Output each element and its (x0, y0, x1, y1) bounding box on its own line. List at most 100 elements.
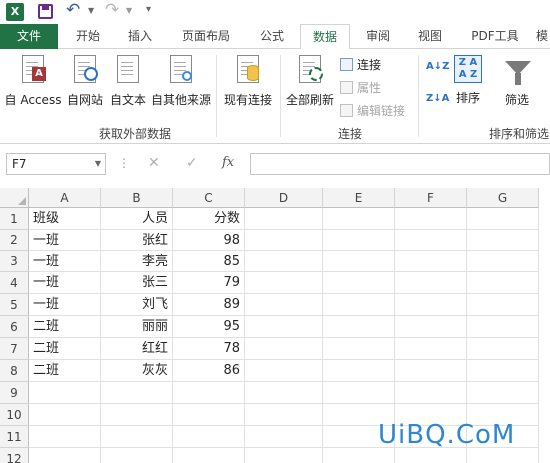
row-header-12[interactable]: 12 (0, 448, 29, 463)
from-other-sources-button[interactable]: 自其他来源 (149, 55, 213, 108)
cell-b5[interactable]: 刘飞 (101, 294, 173, 316)
sort-button[interactable]: Z A A Z 排序 (448, 55, 488, 106)
tab-formulas[interactable]: 公式 (248, 24, 296, 49)
row-header-9[interactable]: 9 (0, 382, 29, 404)
resize-handle-icon[interactable]: ⋮ (118, 156, 130, 170)
row-header-11[interactable]: 11 (0, 426, 29, 448)
undo-dropdown-icon[interactable]: ▼ (88, 6, 94, 15)
cell-a9[interactable] (29, 382, 101, 404)
cell-g12[interactable] (467, 448, 539, 463)
cell-b9[interactable] (101, 382, 173, 404)
sort-za-button[interactable]: Z↓A (426, 93, 449, 104)
column-header-b[interactable]: B (101, 188, 173, 208)
cell-c2[interactable]: 98 (173, 230, 245, 251)
column-header-d[interactable]: D (245, 188, 323, 208)
cell-c4[interactable]: 79 (173, 272, 245, 294)
column-header-e[interactable]: E (323, 188, 395, 208)
cell-b2[interactable]: 张红 (101, 230, 173, 251)
cell-a10[interactable] (29, 404, 101, 426)
customize-qat-icon[interactable]: ▾ (146, 4, 151, 15)
cell-a8[interactable]: 二班 (29, 360, 101, 382)
tab-home[interactable]: 开始 (64, 24, 112, 49)
filter-button[interactable]: 筛选 (498, 55, 536, 108)
column-header-a[interactable]: A (29, 188, 101, 208)
from-access-button[interactable]: A 自 Access (4, 55, 62, 108)
enter-icon[interactable]: ✓ (186, 155, 198, 171)
cell-b10[interactable] (101, 404, 173, 426)
cell-e1[interactable] (323, 208, 395, 230)
cell-d12[interactable] (245, 448, 323, 463)
cell-c10[interactable] (173, 404, 245, 426)
cell-c1[interactable]: 分数 (173, 208, 245, 230)
tab-data[interactable]: 数据 (300, 24, 350, 50)
redo-icon[interactable]: ↷ (105, 0, 119, 20)
cell-c9[interactable] (173, 382, 245, 404)
row-header-8[interactable]: 8 (0, 360, 29, 382)
from-text-button[interactable]: 自文本 (107, 55, 149, 108)
cell-f9[interactable] (395, 382, 467, 404)
cell-e12[interactable] (323, 448, 395, 463)
undo-icon[interactable]: ↶ (66, 0, 80, 20)
sort-az-button[interactable]: A↓Z (426, 61, 449, 72)
cell-b7[interactable]: 红红 (101, 338, 173, 360)
cell-g4[interactable] (467, 272, 539, 294)
cell-f5[interactable] (395, 294, 467, 316)
formula-input[interactable] (250, 153, 550, 175)
cell-a6[interactable]: 二班 (29, 316, 101, 338)
cell-d11[interactable] (245, 426, 323, 448)
cell-d9[interactable] (245, 382, 323, 404)
cell-e5[interactable] (323, 294, 395, 316)
cell-g7[interactable] (467, 338, 539, 360)
cell-g8[interactable] (467, 360, 539, 382)
cell-d8[interactable] (245, 360, 323, 382)
cell-d2[interactable] (245, 230, 323, 251)
cell-e9[interactable] (323, 382, 395, 404)
row-header-1[interactable]: 1 (0, 208, 29, 230)
cell-c3[interactable]: 85 (173, 251, 245, 272)
cell-f2[interactable] (395, 230, 467, 251)
tab-review[interactable]: 审阅 (354, 24, 402, 49)
cell-b3[interactable]: 李亮 (101, 251, 173, 272)
tab-page-layout[interactable]: 页面布局 (170, 24, 242, 49)
chevron-down-icon[interactable]: ▼ (95, 154, 101, 174)
row-header-6[interactable]: 6 (0, 316, 29, 338)
tab-pdf-tools[interactable]: PDF工具 (460, 24, 530, 49)
cell-a12[interactable] (29, 448, 101, 463)
cell-c6[interactable]: 95 (173, 316, 245, 338)
cell-e2[interactable] (323, 230, 395, 251)
row-header-7[interactable]: 7 (0, 338, 29, 360)
cell-d5[interactable] (245, 294, 323, 316)
cell-a2[interactable]: 一班 (29, 230, 101, 251)
cell-c5[interactable]: 89 (173, 294, 245, 316)
edit-links-button[interactable]: 编辑链接 (340, 102, 405, 119)
cell-g2[interactable] (467, 230, 539, 251)
cell-c7[interactable]: 78 (173, 338, 245, 360)
column-header-f[interactable]: F (395, 188, 467, 208)
cell-e3[interactable] (323, 251, 395, 272)
cell-a4[interactable]: 一班 (29, 272, 101, 294)
cell-b4[interactable]: 张三 (101, 272, 173, 294)
cell-d1[interactable] (245, 208, 323, 230)
name-box[interactable]: F7 ▼ (6, 153, 106, 175)
tab-view[interactable]: 视图 (406, 24, 454, 49)
cell-e6[interactable] (323, 316, 395, 338)
cell-a5[interactable]: 一班 (29, 294, 101, 316)
cell-g1[interactable] (467, 208, 539, 230)
tab-insert[interactable]: 插入 (116, 24, 164, 49)
cell-a3[interactable]: 一班 (29, 251, 101, 272)
cell-g6[interactable] (467, 316, 539, 338)
cell-c11[interactable] (173, 426, 245, 448)
cell-f8[interactable] (395, 360, 467, 382)
row-header-5[interactable]: 5 (0, 294, 29, 316)
properties-button[interactable]: 属性 (340, 79, 381, 96)
cell-g9[interactable] (467, 382, 539, 404)
cell-f6[interactable] (395, 316, 467, 338)
cell-d7[interactable] (245, 338, 323, 360)
cell-b1[interactable]: 人员 (101, 208, 173, 230)
column-header-g[interactable]: G (467, 188, 539, 208)
cell-d3[interactable] (245, 251, 323, 272)
column-header-c[interactable]: C (173, 188, 245, 208)
row-header-3[interactable]: 3 (0, 251, 29, 272)
cell-d10[interactable] (245, 404, 323, 426)
cell-f3[interactable] (395, 251, 467, 272)
